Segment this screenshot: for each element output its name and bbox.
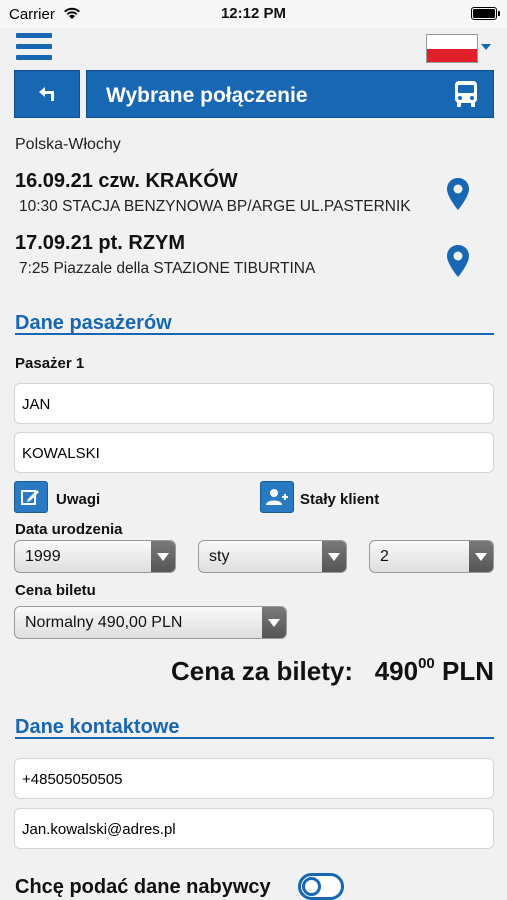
total-price-cents: 00 [418, 655, 435, 672]
route-name: Polska-Włochy [15, 136, 121, 153]
chevron-down-icon [322, 541, 346, 572]
last-name-field[interactable]: KOWALSKI [14, 432, 494, 473]
ticket-type-select[interactable]: Normalny 490,00 PLN [14, 606, 287, 639]
phone-field[interactable]: +48505050505 [14, 758, 494, 799]
departure-time-place: 10:30 STACJA BENZYNOWA BP/ARGE UL.PASTER… [19, 198, 411, 215]
section-divider [15, 737, 494, 739]
poland-flag-icon[interactable] [426, 34, 478, 63]
contact-section-title: Dane kontaktowe [15, 716, 180, 738]
birth-day-value: 2 [380, 548, 389, 565]
title-bar: Wybrane połączenie [86, 70, 494, 118]
loyal-client-button[interactable] [260, 481, 294, 513]
ticket-price-label: Cena biletu [15, 582, 96, 599]
edit-icon [21, 490, 39, 505]
section-divider [15, 333, 494, 335]
buyer-data-label: Chcę podać dane nabywcy [15, 876, 271, 898]
birth-year-select[interactable]: 1999 [14, 540, 176, 573]
email-field[interactable]: Jan.kowalski@adres.pl [14, 808, 494, 849]
status-bar: Carrier 12:12 PM [0, 0, 507, 28]
passengers-section-title: Dane pasażerów [15, 312, 172, 334]
passenger-label: Pasażer 1 [15, 355, 85, 372]
page-title: Wybrane połączenie [106, 84, 308, 107]
birth-year-value: 1999 [25, 548, 61, 565]
departure-map-pin-icon[interactable] [446, 177, 470, 211]
birth-day-select[interactable]: 2 [369, 540, 494, 573]
arrival-time-place: 7:25 Piazzale della STAZIONE TIBURTINA [19, 260, 316, 277]
chevron-down-icon [151, 541, 175, 572]
back-button[interactable] [14, 70, 80, 118]
battery-icon [471, 7, 500, 20]
add-user-icon [266, 489, 288, 505]
buyer-data-toggle[interactable] [298, 873, 344, 900]
clock: 12:12 PM [220, 5, 287, 22]
notes-label[interactable]: Uwagi [56, 491, 100, 508]
menu-icon[interactable] [16, 33, 52, 61]
toggle-knob [302, 877, 321, 896]
chevron-down-icon [262, 607, 286, 638]
birth-month-value: sty [209, 548, 230, 565]
notes-button[interactable] [14, 481, 48, 513]
chevron-down-icon[interactable] [481, 44, 491, 50]
departure-date-city: 16.09.21 czw. KRAKÓW [15, 170, 238, 192]
birth-date-label: Data urodzenia [15, 521, 123, 538]
total-price-label: Cena za bilety: [170, 656, 354, 686]
birth-month-select[interactable]: sty [198, 540, 347, 573]
total-price-currency: PLN [442, 656, 494, 686]
chevron-down-icon [469, 541, 493, 572]
total-price-amount: 490 [374, 656, 419, 686]
ticket-type-value: Normalny 490,00 PLN [25, 614, 183, 631]
back-arrow-icon [39, 87, 54, 101]
arrival-date-city: 17.09.21 pt. RZYM [15, 232, 186, 254]
arrival-map-pin-icon[interactable] [446, 244, 470, 278]
loyal-client-label[interactable]: Stały klient [300, 491, 379, 508]
total-price: Cena za bilety: 49000 PLN [171, 655, 494, 687]
first-name-field[interactable]: JAN [14, 383, 494, 424]
bus-icon [455, 81, 477, 107]
